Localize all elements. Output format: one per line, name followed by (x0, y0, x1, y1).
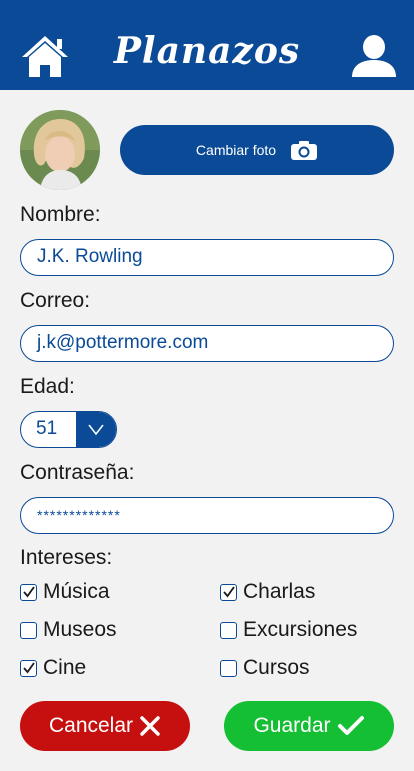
password-field[interactable]: ************* (20, 497, 394, 534)
name-field[interactable]: J.K. Rowling (20, 239, 394, 276)
interest-label: Cursos (243, 656, 310, 679)
cancel-label: Cancelar (48, 714, 134, 737)
checkbox-icon[interactable] (220, 621, 237, 639)
interest-label: Excursiones (243, 618, 358, 641)
age-value: 51 (36, 418, 58, 439)
interest-musica-checkbox[interactable]: Música (20, 580, 110, 604)
interest-label: Museos (43, 618, 117, 641)
cancel-button[interactable]: Cancelar (20, 701, 190, 751)
camera-icon (291, 141, 318, 160)
checkbox-icon[interactable] (20, 659, 37, 677)
checkbox-icon[interactable] (20, 621, 37, 639)
interest-label: Cine (43, 656, 87, 679)
save-label: Guardar (253, 714, 331, 737)
interest-cine-checkbox[interactable]: Cine (20, 656, 86, 680)
age-select[interactable]: 51 (20, 411, 117, 448)
email-field[interactable]: j.k@pottermore.com (20, 325, 394, 362)
user-icon (352, 35, 396, 77)
checkbox-icon[interactable] (220, 659, 237, 677)
interest-cursos-checkbox[interactable]: Cursos (220, 656, 310, 680)
check-icon (337, 716, 364, 735)
save-button[interactable]: Guardar (224, 701, 394, 751)
interest-label: Charlas (243, 580, 316, 603)
checkbox-icon[interactable] (20, 583, 37, 601)
email-label: Correo: (20, 289, 91, 312)
chevron-down-icon (88, 424, 104, 436)
password-label: Contraseña: (20, 461, 135, 484)
interest-excursiones-checkbox[interactable]: Excursiones (220, 618, 357, 642)
interests-label: Intereses: (20, 546, 113, 569)
close-icon (140, 716, 160, 736)
age-dropdown-arrow[interactable] (76, 412, 116, 447)
change-photo-label: Cambiar foto (195, 142, 277, 158)
interest-label: Música (43, 580, 110, 603)
avatar (20, 110, 100, 190)
interest-charlas-checkbox[interactable]: Charlas (220, 580, 315, 604)
interest-museos-checkbox[interactable]: Museos (20, 618, 117, 642)
app-header: Planazos (0, 0, 414, 90)
age-label: Edad: (20, 375, 75, 398)
change-photo-button[interactable]: Cambiar foto (120, 125, 394, 175)
name-label: Nombre: (20, 203, 101, 226)
user-profile-button[interactable] (350, 33, 398, 79)
checkbox-icon[interactable] (220, 583, 237, 601)
